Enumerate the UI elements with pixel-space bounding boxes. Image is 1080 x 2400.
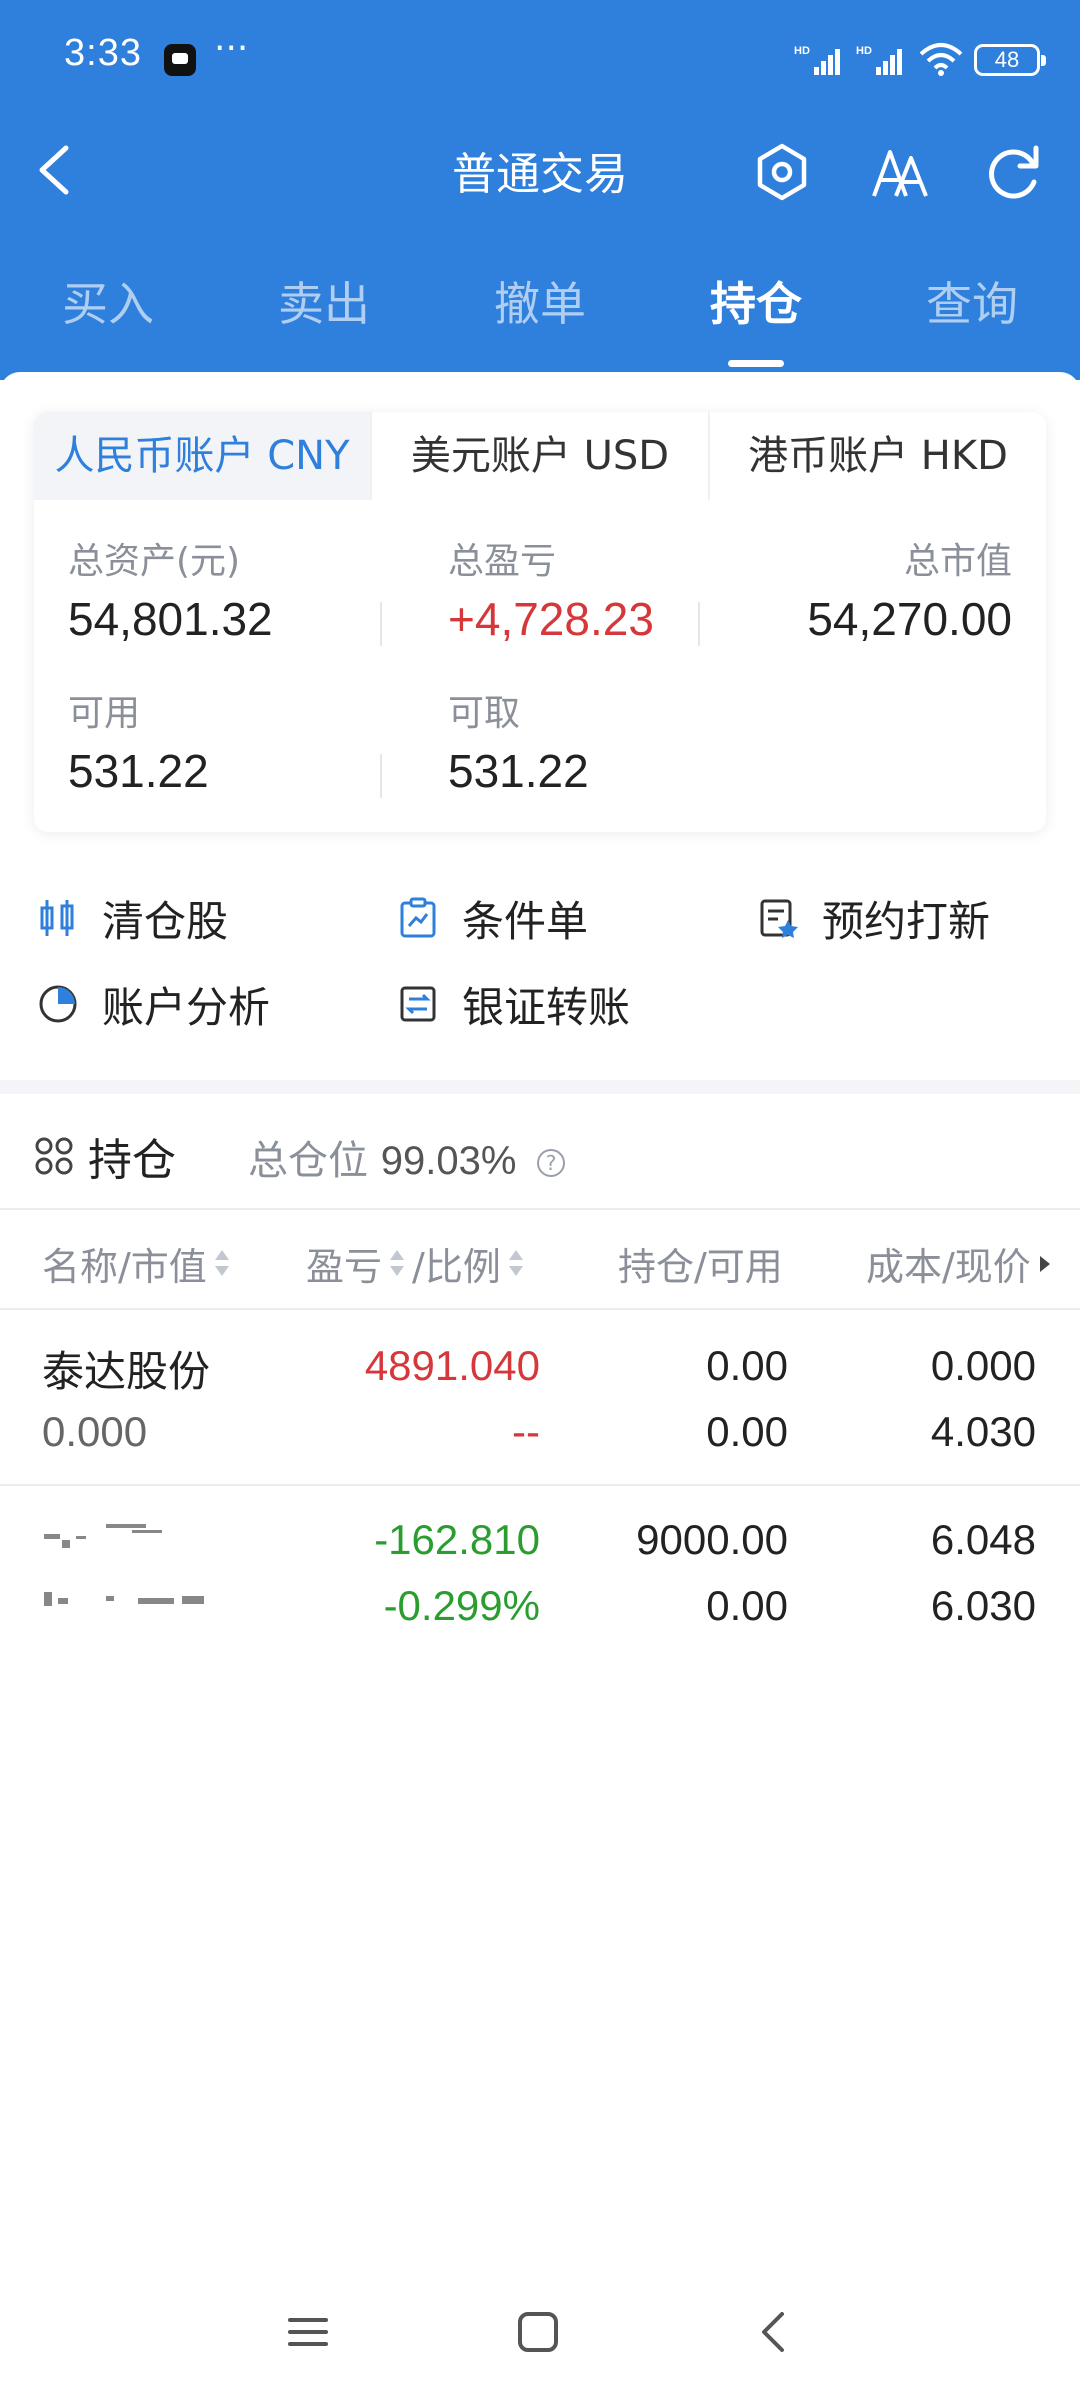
col-name-label: 名称/市值 [42,1245,207,1289]
trade-tabs: 买入 卖出 撤单 持仓 查询 [0,268,1080,368]
tab-sell[interactable]: 卖出 [216,268,432,334]
col-holding-available: 持仓/可用 [618,1236,783,1291]
home-icon[interactable] [516,2310,560,2354]
stock-ratio: -0.299% [383,1582,540,1629]
battery-icon: 48 [974,44,1046,76]
account-analysis-button[interactable]: 账户分析 [36,974,270,1034]
total-assets-label: 总资产(元) [68,541,241,582]
clear-position-button[interactable]: 清仓股 [36,888,228,948]
status-indicators: HD HD 48 [794,38,1046,82]
position-ratio-value: 99.03% [380,1139,517,1183]
col-pnl-label: 盈亏 [306,1245,383,1289]
tab-buy[interactable]: 买入 [0,268,216,334]
divider [0,1484,1080,1486]
condition-order-label: 条件单 [462,896,589,946]
total-pnl-value: +4,728.23 [448,593,654,645]
col-name-market-value[interactable]: 名称/市值 [42,1236,231,1291]
stock-market-value: 0.000 [42,1408,148,1455]
tab-usd-account[interactable]: 美元账户 USD [370,412,708,500]
refresh-icon[interactable] [980,138,1048,206]
available-value: 531.22 [68,745,209,797]
system-nav-bar [0,2290,1080,2370]
withdrawable-value: 531.22 [448,745,589,797]
sort-icon [388,1246,406,1282]
signal-icon: HD [794,45,840,75]
market-value-value: 54,270.00 [807,593,1012,645]
help-icon[interactable]: ? [537,1149,566,1177]
ipo-reservation-icon [760,899,798,938]
market-value-label: 总市值 [903,541,1012,582]
clear-position-icon [40,900,74,936]
withdrawable-label: 可取 [448,693,521,734]
divider [380,602,382,646]
stock-cost: 6.048 [930,1516,1036,1563]
svg-text:HD: HD [794,45,810,57]
condition-order-button[interactable]: 条件单 [396,888,588,948]
stock-available: 0.00 [706,1408,788,1455]
bank-transfer-label: 银证转账 [462,982,631,1032]
divider [0,1208,1080,1210]
tab-cancel-order[interactable]: 撤单 [432,268,648,334]
stock-cost: 0.000 [930,1342,1036,1389]
stock-available: 0.00 [706,1582,788,1629]
menu-icon[interactable] [286,2310,330,2354]
stock-holding: 9000.00 [636,1516,788,1563]
total-assets-value: 54,801.32 [68,593,273,645]
stock-pnl: -162.810 [374,1516,540,1563]
divider [0,1308,1080,1310]
back-nav-icon[interactable] [752,2310,796,2354]
section-divider [0,1080,1080,1094]
tab-positions[interactable]: 持仓 [648,268,864,334]
total-pnl-label: 总盈亏 [448,541,557,582]
currency-tabs: 人民币账户 CNY 美元账户 USD 港币账户 HKD [34,412,1046,500]
col-cost-price[interactable]: 成本/现价 [866,1236,1053,1291]
wifi-icon [919,43,963,76]
transfer-icon [400,986,436,1022]
settings-icon[interactable] [748,138,816,206]
caret-right-icon [1039,1255,1050,1272]
available-label: 可用 [68,693,141,734]
tab-cny-account[interactable]: 人民币账户 CNY [34,412,370,500]
tab-query[interactable]: 查询 [864,268,1080,334]
positions-title-label: 持仓 [88,1135,176,1186]
more-notifications-icon: ··· [214,28,249,69]
divider [380,754,382,798]
bank-transfer-button[interactable]: 银证转账 [396,974,630,1034]
ipo-reservation-button[interactable]: 预约打新 [756,888,990,948]
positions-title: 持仓 [34,1124,176,1188]
col-holding-label: 持仓/可用 [618,1245,783,1289]
pie-chart-icon [39,985,77,1023]
font-size-icon[interactable] [866,138,934,206]
tab-hkd-account[interactable]: 港币账户 HKD [708,412,1046,500]
col-cost-label: 成本/现价 [866,1245,1031,1289]
ipo-reservation-label: 预约打新 [822,896,991,946]
svg-text:HD: HD [856,45,872,57]
stock-name: 泰达股份 [42,1347,211,1396]
account-summary-card: 人民币账户 CNY 美元账户 USD 港币账户 HKD 总资产(元) 54,80… [34,412,1046,832]
stock-price: 4.030 [930,1408,1036,1455]
signal-icon: HD [856,45,902,75]
tab-indicator [728,360,784,367]
position-ratio: 总仓位 99.03% ? [248,1128,566,1186]
status-time: 3:33 [64,32,142,74]
col-pnl-ratio[interactable]: 盈亏 /比例 [306,1236,525,1291]
sort-icon [507,1246,525,1282]
stock-holding: 0.00 [706,1342,788,1389]
stock-pnl: 4891.040 [364,1342,540,1389]
stock-ratio: -- [512,1408,540,1455]
clear-position-label: 清仓股 [102,896,229,946]
col-ratio-label: /比例 [412,1245,501,1289]
stock-price: 6.030 [930,1582,1036,1629]
grid-icon [35,1137,73,1175]
account-analysis-label: 账户分析 [102,982,271,1032]
position-ratio-label: 总仓位 [248,1138,368,1184]
notification-icon [164,44,196,76]
positions-header: 持仓 总仓位 99.03% ? [0,1094,1080,1208]
sort-icon [213,1246,231,1282]
condition-order-icon [400,897,436,938]
redacted-name [44,1524,204,1606]
divider [698,602,700,646]
